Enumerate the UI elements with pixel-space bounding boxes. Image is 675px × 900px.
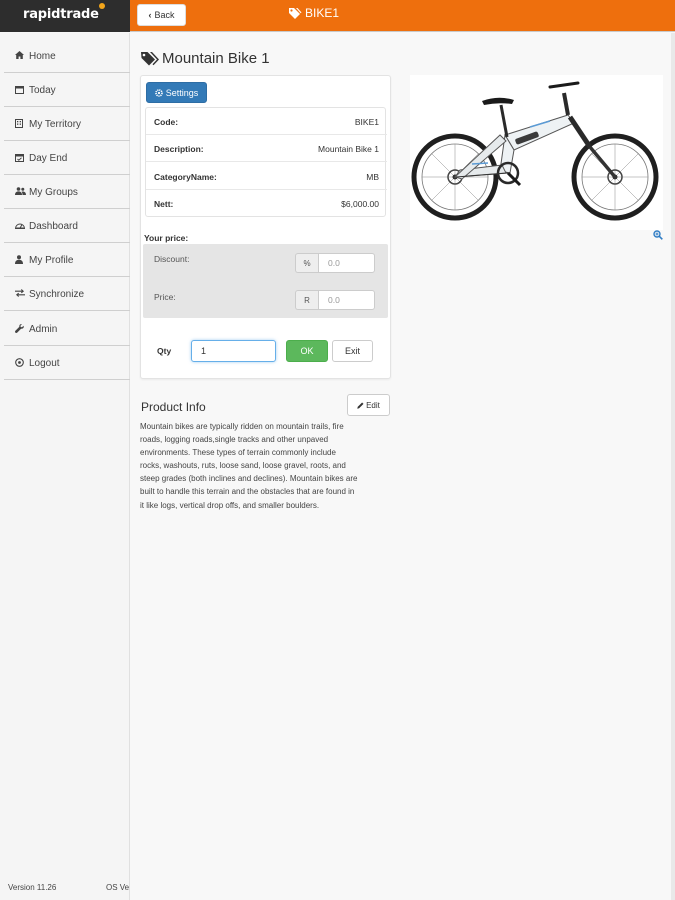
- gear-icon: [154, 88, 163, 97]
- detail-label: Description:: [154, 144, 204, 154]
- detail-label: Nett:: [154, 199, 174, 209]
- sidebar-item-label: My Groups: [29, 186, 78, 198]
- table-row: Nett: $6,000.00: [146, 190, 387, 217]
- app-logo: rapidtrade: [23, 7, 99, 22]
- product-details-table: Code: BIKE1 Description: Mountain Bike 1…: [145, 107, 387, 217]
- user-icon: [15, 254, 29, 266]
- your-price-label: Your price:: [144, 233, 189, 243]
- sidebar-item-label: Synchronize: [29, 288, 85, 300]
- detail-label: Code:: [154, 117, 179, 127]
- sidebar-item-label: My Territory: [29, 118, 82, 130]
- logo-dot-icon: [99, 3, 105, 9]
- back-button-label: Back: [154, 10, 175, 20]
- header-title-text: BIKE1: [305, 6, 340, 20]
- logo-area: rapidtrade: [0, 0, 130, 32]
- product-description: Mountain bikes are typically ridden on m…: [140, 420, 392, 512]
- tags-icon: [289, 8, 302, 19]
- qty-input[interactable]: 1: [191, 340, 276, 362]
- ok-button[interactable]: OK: [286, 340, 328, 362]
- price-label: Price:: [154, 292, 176, 302]
- power-icon: [15, 357, 29, 369]
- sidebar-item-my-territory[interactable]: My Territory: [4, 108, 130, 141]
- settings-button-label: Settings: [165, 87, 199, 98]
- detail-value: BIKE1: [354, 117, 379, 127]
- table-row: Description: Mountain Bike 1: [146, 135, 387, 162]
- pencil-icon: [357, 402, 364, 409]
- product-title: Mountain Bike 1: [162, 50, 270, 67]
- discount-label: Discount:: [154, 254, 190, 264]
- table-row: Code: BIKE1: [146, 108, 387, 135]
- sidebar-item-label: My Profile: [29, 254, 74, 266]
- sidebar-item-label: Dashboard: [29, 220, 78, 232]
- description-line: roads, logging roads,single tracks and o…: [140, 435, 329, 445]
- product-image[interactable]: [410, 75, 663, 230]
- edit-button[interactable]: Edit: [347, 394, 390, 416]
- detail-value: $6,000.00: [341, 199, 379, 209]
- tags-icon: [141, 52, 159, 66]
- settings-button[interactable]: Settings: [146, 82, 207, 103]
- exchange-icon: [15, 289, 29, 299]
- description-line: built to handle this terrain and the obs…: [140, 487, 355, 497]
- sidebar-item-label: Home: [29, 50, 56, 62]
- description-line: rocks, washouts, ruts, loose sand, loose…: [140, 461, 346, 471]
- building-icon: [15, 118, 29, 130]
- price-addon: R: [295, 290, 318, 310]
- sidebar-item-day-end[interactable]: Day End: [4, 142, 130, 175]
- scrollbar[interactable]: [671, 33, 675, 900]
- zoom-in-icon[interactable]: [653, 230, 663, 240]
- detail-label: CategoryName:: [154, 172, 217, 182]
- sidebar-item-today[interactable]: Today: [4, 74, 130, 107]
- sidebar-item-label: Admin: [29, 323, 58, 335]
- discount-input[interactable]: 0.0: [318, 253, 375, 273]
- description-line: environments. These types of terrain com…: [140, 448, 336, 458]
- sidebar-item-label: Today: [29, 84, 56, 96]
- description-line: steep grades (both inclines and declines…: [140, 474, 358, 484]
- price-input[interactable]: 0.0: [318, 290, 375, 310]
- sidebar-item-label: Logout: [29, 357, 60, 369]
- discount-addon: %: [295, 253, 318, 273]
- calendar-icon: [15, 85, 29, 96]
- description-line: Mountain bikes are typically ridden on m…: [140, 422, 344, 431]
- wrench-icon: [15, 323, 29, 335]
- os-version: OS Ve: [106, 883, 130, 892]
- sidebar-item-my-profile[interactable]: My Profile: [4, 244, 130, 277]
- edit-button-label: Edit: [366, 400, 380, 410]
- top-bar: rapidtrade ‹ Back BIKE1: [0, 0, 675, 32]
- exit-button[interactable]: Exit: [332, 340, 373, 362]
- sidebar-item-label: Day End: [29, 152, 68, 164]
- users-icon: [15, 187, 29, 197]
- dashboard-icon: [14, 221, 29, 231]
- sidebar-item-dashboard[interactable]: Dashboard: [4, 210, 130, 243]
- table-row: CategoryName: MB: [146, 163, 387, 190]
- page-title: Mountain Bike 1: [140, 50, 270, 67]
- sidebar-item-home[interactable]: Home: [4, 40, 130, 73]
- home-icon: [15, 51, 29, 61]
- detail-value: MB: [366, 172, 379, 182]
- product-info-title: Product Info: [141, 400, 206, 414]
- app-version: Version 11.26: [8, 883, 57, 892]
- sidebar-item-logout[interactable]: Logout: [4, 347, 130, 380]
- detail-value: Mountain Bike 1: [318, 144, 379, 154]
- description-line: it like logs, vertical drop offs, and sm…: [140, 500, 320, 510]
- back-button[interactable]: ‹ Back: [137, 4, 186, 26]
- sidebar-item-admin[interactable]: Admin: [4, 313, 130, 346]
- chevron-left-icon: ‹: [148, 10, 152, 20]
- price-panel: Discount: % 0.0 Price: R 0.0: [143, 244, 388, 318]
- sidebar-item-synchronize[interactable]: Synchronize: [4, 278, 130, 311]
- calendar-check-icon: [15, 153, 29, 164]
- qty-label: Qty: [157, 346, 172, 356]
- header-title: BIKE1: [288, 6, 339, 20]
- mountain-bike-image: [411, 81, 659, 221]
- sidebar-item-my-groups[interactable]: My Groups: [4, 176, 130, 209]
